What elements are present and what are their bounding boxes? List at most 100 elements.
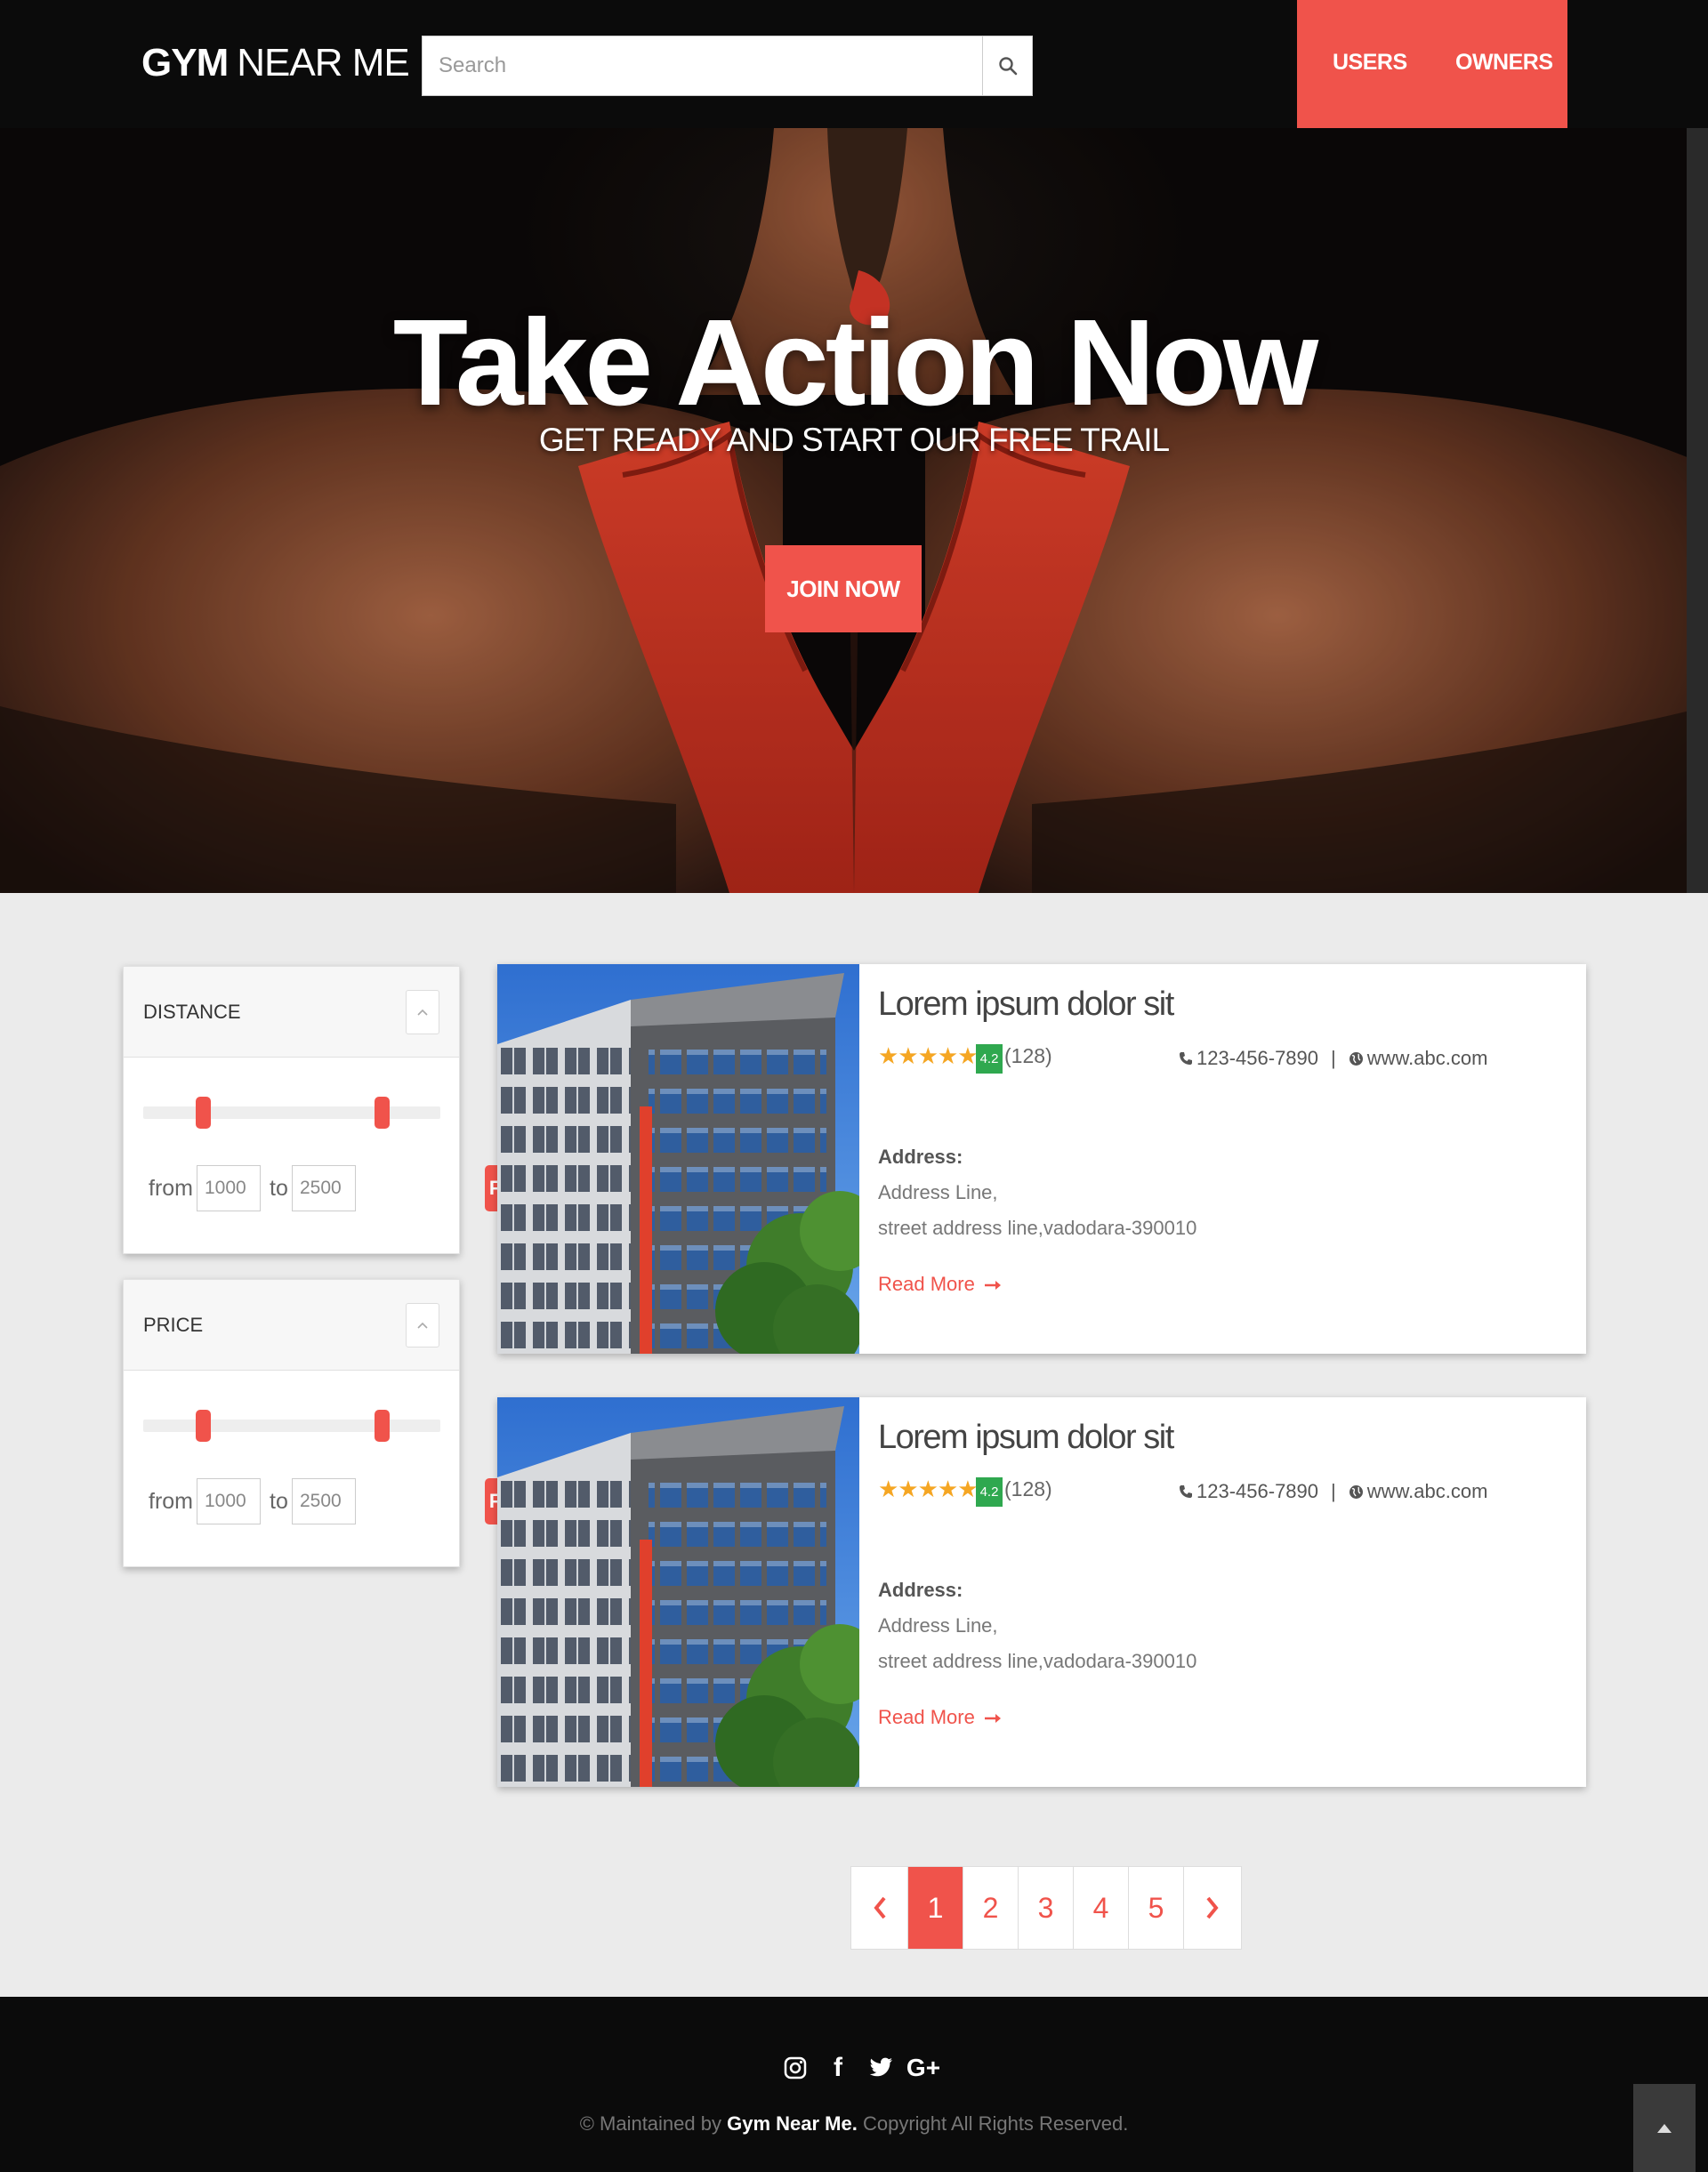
address-label: Address: — [878, 1579, 963, 1601]
arrow-right-icon — [984, 1281, 1001, 1290]
gym-photo[interactable] — [497, 1397, 859, 1787]
filter-header: PRICE — [124, 1280, 459, 1371]
site-logo[interactable]: GYM NEAR ME — [141, 41, 410, 85]
pagination-page-2[interactable]: 2 — [963, 1867, 1019, 1949]
logo-light-text: NEAR ME — [237, 41, 409, 84]
read-more-link[interactable]: Read More — [878, 1273, 1002, 1296]
listing-title[interactable]: Lorem ipsum dolor sit — [878, 1419, 1174, 1457]
join-now-button[interactable]: JOIN NOW — [765, 545, 922, 632]
pagination-page-4[interactable]: 4 — [1074, 1867, 1129, 1949]
collapse-toggle[interactable] — [406, 1303, 439, 1347]
read-more-link[interactable]: Read More — [878, 1706, 1002, 1729]
globe-icon — [1349, 1484, 1363, 1499]
building-image — [497, 964, 859, 1354]
hero-banner: Take Action Now GET READY AND START OUR … — [0, 128, 1708, 893]
contact-separator: | — [1331, 1047, 1336, 1069]
from-input[interactable] — [197, 1478, 261, 1524]
pagination-page-3[interactable]: 3 — [1019, 1867, 1074, 1949]
address-label: Address: — [878, 1146, 963, 1168]
rating-badge: 4.2 — [976, 1477, 1003, 1507]
search-button[interactable] — [982, 36, 1032, 95]
footer-brand[interactable]: Gym Near Me. — [727, 2112, 858, 2135]
gym-listing-card: Lorem ipsum dolor sit ★★★★★ 4.2 (128) 12… — [497, 1397, 1586, 1787]
google-plus-link[interactable]: G+ — [902, 2050, 945, 2086]
star-rating: ★★★★★ — [878, 1042, 979, 1069]
chevron-up-icon — [417, 1322, 428, 1329]
filter-header: DISTANCE — [124, 967, 459, 1058]
search-input[interactable] — [423, 36, 983, 95]
website-link[interactable]: www.abc.com — [1367, 1047, 1488, 1070]
phone-number[interactable]: 123-456-7890 — [1196, 1047, 1318, 1070]
arrow-right-icon — [984, 1714, 1001, 1723]
website-link[interactable]: www.abc.com — [1367, 1480, 1488, 1503]
filter-title: PRICE — [143, 1314, 204, 1336]
review-count: (128) — [1004, 1044, 1052, 1067]
copyright-suffix: Copyright All Rights Reserved. — [857, 2112, 1129, 2135]
hero-title: Take Action Now — [392, 294, 1318, 431]
nav-owners-link[interactable]: OWNERS — [1455, 50, 1553, 76]
range-max-handle[interactable] — [375, 1097, 390, 1129]
google-plus-icon: G+ — [906, 2054, 941, 2081]
range-input-row: from to FILTER — [149, 1165, 558, 1211]
copyright-prefix: © Maintained by — [579, 2112, 728, 2135]
contact-info: 123-456-7890 | www.abc.com — [1179, 1480, 1487, 1503]
instagram-icon — [784, 2056, 807, 2079]
review-count: (128) — [1004, 1477, 1052, 1500]
building-image — [497, 1397, 859, 1787]
contact-separator: | — [1331, 1480, 1336, 1502]
hero-subtitle: GET READY AND START OUR FREE TRAIL — [538, 422, 1170, 458]
street-address: street address line,vadodara-390010 — [878, 1217, 1197, 1239]
filter-panel-price: PRICE from to FILTER — [123, 1279, 558, 1567]
filter-title: DISTANCE — [143, 1001, 241, 1023]
to-label: to — [270, 1489, 288, 1514]
chevron-right-icon — [1206, 1896, 1219, 1919]
chevron-up-icon — [417, 1009, 428, 1016]
logo-bold-text: GYM — [141, 41, 229, 84]
nav-menu: USERS OWNERS — [1297, 0, 1567, 128]
chevron-left-icon — [873, 1896, 886, 1919]
filter-panel-distance: DISTANCE from to FILTER — [123, 966, 558, 1254]
facebook-icon: f — [834, 2053, 842, 2082]
to-input[interactable] — [292, 1478, 356, 1524]
read-more-label: Read More — [878, 1706, 975, 1728]
address-line: Address Line, — [878, 1181, 998, 1203]
rating-badge: 4.2 — [976, 1044, 1003, 1074]
globe-icon — [1349, 1051, 1363, 1066]
back-to-top-button[interactable] — [1633, 2084, 1696, 2172]
search-icon — [998, 57, 1017, 76]
pagination-prev-button[interactable] — [851, 1867, 908, 1949]
copyright-text: © Maintained by Gym Near Me. Copyright A… — [0, 2112, 1708, 2136]
collapse-toggle[interactable] — [406, 990, 439, 1034]
from-label: from — [149, 1489, 193, 1514]
pagination-next-button[interactable] — [1184, 1867, 1241, 1949]
facebook-link[interactable]: f — [817, 2050, 859, 2086]
phone-number[interactable]: 123-456-7890 — [1196, 1480, 1318, 1503]
star-rating: ★★★★★ — [878, 1476, 979, 1502]
gym-listing-card: Lorem ipsum dolor sit ★★★★★ 4.2 (128) 12… — [497, 964, 1586, 1354]
gym-photo[interactable] — [497, 964, 859, 1354]
pagination-page-1[interactable]: 1 — [908, 1867, 963, 1949]
social-links: f G+ — [774, 2050, 945, 2086]
instagram-link[interactable] — [774, 2050, 817, 2086]
phone-icon — [1180, 1485, 1192, 1498]
range-max-handle[interactable] — [375, 1410, 390, 1442]
twitter-icon — [869, 2057, 892, 2077]
listing-title[interactable]: Lorem ipsum dolor sit — [878, 985, 1174, 1024]
read-more-label: Read More — [878, 1273, 975, 1295]
pagination-page-5[interactable]: 5 — [1129, 1867, 1184, 1949]
to-input[interactable] — [292, 1165, 356, 1211]
site-header: GYMNEAR ME USERS OWNERS — [0, 0, 1708, 128]
hero-scrollbar[interactable] — [1687, 128, 1708, 893]
from-label: from — [149, 1176, 193, 1201]
range-min-handle[interactable] — [196, 1097, 211, 1129]
range-min-handle[interactable] — [196, 1410, 211, 1442]
pagination: 1 2 3 4 5 — [850, 1866, 1242, 1950]
twitter-link[interactable] — [859, 2050, 902, 2086]
phone-icon — [1180, 1052, 1192, 1065]
from-input[interactable] — [197, 1165, 261, 1211]
search-bar — [422, 36, 1033, 96]
price-range-slider[interactable] — [143, 1410, 440, 1442]
distance-range-slider[interactable] — [143, 1097, 440, 1129]
to-label: to — [270, 1176, 288, 1201]
nav-users-link[interactable]: USERS — [1333, 50, 1407, 76]
